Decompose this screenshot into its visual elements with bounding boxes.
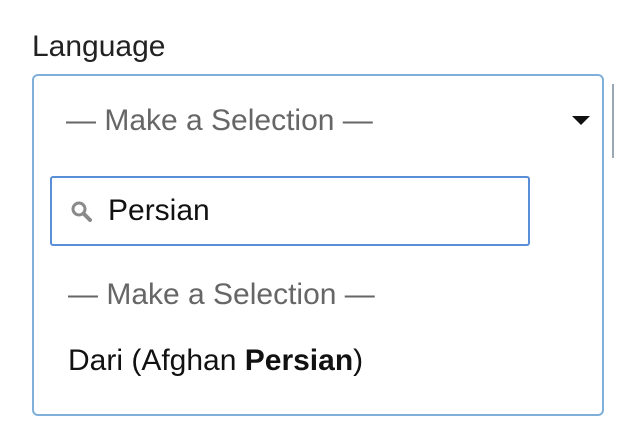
- search-input[interactable]: [108, 192, 518, 230]
- option-text-after: ): [353, 344, 364, 377]
- option-match-highlight: Persian: [244, 344, 354, 377]
- language-select[interactable]: — Make a Selection — — Make a Selection …: [32, 74, 604, 416]
- option-text-before: Dari (Afghan: [68, 344, 245, 377]
- option-make-selection[interactable]: — Make a Selection —: [68, 278, 375, 312]
- search-field[interactable]: [50, 176, 530, 246]
- adjacent-field-edge: [612, 84, 618, 158]
- select-current-value: — Make a Selection —: [66, 104, 373, 137]
- option-dari-afghan-persian[interactable]: Dari (Afghan Persian): [68, 344, 363, 378]
- search-icon: [71, 201, 92, 222]
- select-trigger[interactable]: — Make a Selection —: [34, 76, 602, 166]
- caret-down-icon[interactable]: [572, 116, 590, 125]
- language-label: Language: [32, 30, 166, 63]
